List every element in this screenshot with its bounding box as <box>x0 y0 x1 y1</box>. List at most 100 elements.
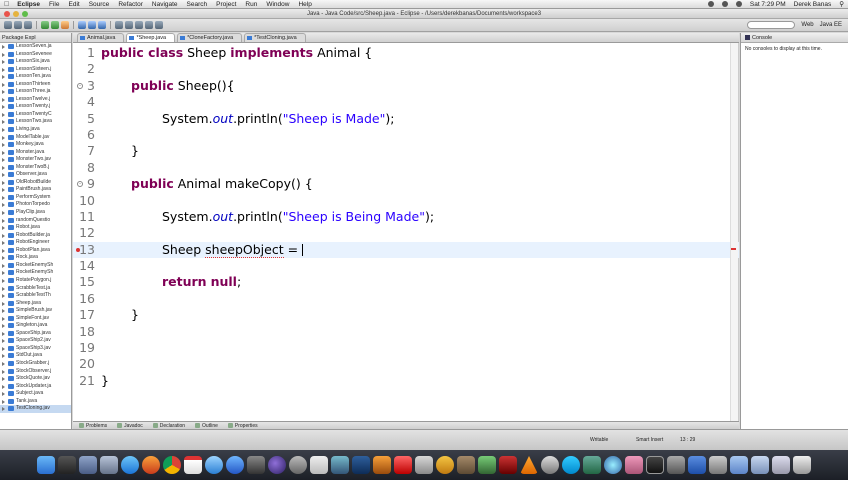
expand-arrow-icon[interactable] <box>2 60 5 65</box>
package-file-item[interactable]: Tank.java <box>0 398 71 406</box>
photoshop-icon[interactable] <box>352 456 370 474</box>
preview-icon[interactable] <box>436 456 454 474</box>
package-file-item[interactable]: SpaceShip2.jav <box>0 337 71 345</box>
expand-arrow-icon[interactable] <box>2 256 5 261</box>
package-file-item[interactable]: PaintBrush.java <box>0 186 71 194</box>
eclipse-icon[interactable] <box>268 456 286 474</box>
package-file-item[interactable]: SimpleBrush.jav <box>0 307 71 315</box>
package-file-item[interactable]: LessonTwentyC <box>0 111 71 119</box>
photo-booth-icon[interactable] <box>499 456 517 474</box>
expand-arrow-icon[interactable] <box>2 173 5 178</box>
menu-navigate[interactable]: Navigate <box>152 1 178 8</box>
save-icon[interactable] <box>14 21 22 29</box>
gear-icon[interactable] <box>289 456 307 474</box>
chrome-icon[interactable] <box>163 456 181 474</box>
package-file-item[interactable]: RotatePolygon.j <box>0 277 71 285</box>
dashboard-icon[interactable] <box>58 456 76 474</box>
package-file-item[interactable]: randomQuestio <box>0 217 71 225</box>
package-file-item[interactable]: Rock.java <box>0 254 71 262</box>
expand-arrow-icon[interactable] <box>2 180 5 185</box>
expand-arrow-icon[interactable] <box>2 105 5 110</box>
network-icon[interactable] <box>331 456 349 474</box>
code-line-13-current[interactable]: 13 Sheep sheepObject = <box>73 241 739 259</box>
screen-share-icon[interactable] <box>667 456 685 474</box>
menu-run[interactable]: Run <box>245 1 257 8</box>
editor-vertical-scrollbar[interactable] <box>730 43 738 421</box>
package-file-item[interactable]: TestCloning.jav <box>0 405 71 413</box>
package-explorer-title[interactable]: Package Expl <box>2 35 36 41</box>
print-icon[interactable] <box>24 21 32 29</box>
package-file-item[interactable]: RobotPlan.java <box>0 247 71 255</box>
expand-arrow-icon[interactable] <box>2 271 5 276</box>
package-file-item[interactable]: StockQuote.jav <box>0 375 71 383</box>
package-file-item[interactable]: Singleton.java <box>0 322 71 330</box>
user-icon[interactable] <box>625 456 643 474</box>
gimp-icon[interactable] <box>457 456 475 474</box>
code-line-21[interactable]: 21} <box>73 373 739 389</box>
package-file-item[interactable]: LessonThree.ja <box>0 88 71 96</box>
expand-arrow-icon[interactable] <box>2 324 5 329</box>
new-java-project-icon[interactable] <box>78 21 86 29</box>
code-line-6[interactable]: 6 <box>73 127 739 143</box>
expand-arrow-icon[interactable] <box>2 150 5 155</box>
expand-arrow-icon[interactable] <box>2 226 5 231</box>
quick-access-input[interactable] <box>747 21 796 29</box>
code-line-7[interactable]: 7} <box>73 143 739 159</box>
debug-icon[interactable] <box>41 21 49 29</box>
menu-file[interactable]: File <box>49 1 59 8</box>
skype-icon[interactable] <box>562 456 580 474</box>
code-editor[interactable]: 1 public class Sheep implements Animal { … <box>73 43 739 421</box>
expand-arrow-icon[interactable] <box>2 301 5 306</box>
package-file-item[interactable]: RobotBuilder.ja <box>0 232 71 240</box>
expand-arrow-icon[interactable] <box>2 97 5 102</box>
tab-javadoc[interactable]: Javadoc <box>117 423 143 429</box>
package-file-item[interactable]: LessonSix.java <box>0 58 71 66</box>
expand-arrow-icon[interactable] <box>2 263 5 268</box>
tab-testcloning-java[interactable]: *TestCloning.java <box>244 33 306 42</box>
package-file-item[interactable]: SpaceShip.java <box>0 330 71 338</box>
package-file-item[interactable]: StockObserver.j <box>0 368 71 376</box>
code-line-14[interactable]: 14 <box>73 258 739 274</box>
spotlight-icon[interactable]: ⚲ <box>839 0 844 8</box>
package-file-item[interactable]: LessonSeven.ja <box>0 43 71 51</box>
textedit-icon[interactable] <box>310 456 328 474</box>
package-file-item[interactable]: PhotonTorpedo <box>0 201 71 209</box>
photos-icon[interactable] <box>247 456 265 474</box>
code-line-16[interactable]: 16 <box>73 291 739 307</box>
next-annotation-icon[interactable] <box>135 21 143 29</box>
apple-icon[interactable]:  <box>4 1 9 8</box>
expand-arrow-icon[interactable] <box>2 339 5 344</box>
package-file-item[interactable]: MonsterTwo.jav <box>0 156 71 164</box>
expand-arrow-icon[interactable] <box>2 361 5 366</box>
package-explorer-header[interactable]: Package Expl <box>0 33 71 43</box>
code-line-15[interactable]: 15 return null; <box>73 274 739 290</box>
expand-arrow-icon[interactable] <box>2 143 5 148</box>
package-file-item[interactable]: Observer.java <box>0 171 71 179</box>
vlc-icon[interactable] <box>520 456 538 474</box>
menu-edit[interactable]: Edit <box>69 1 80 8</box>
mission-control-icon[interactable] <box>79 456 97 474</box>
firefox-icon[interactable] <box>142 456 160 474</box>
package-file-item[interactable]: StockUpdater.ja <box>0 383 71 391</box>
expand-arrow-icon[interactable] <box>2 233 5 238</box>
expand-arrow-icon[interactable] <box>2 112 5 117</box>
code-line-18[interactable]: 18 <box>73 324 739 340</box>
package-file-item[interactable]: ScrabbleTestTh <box>0 292 71 300</box>
expand-arrow-icon[interactable] <box>2 346 5 351</box>
code-line-19[interactable]: 19 <box>73 340 739 356</box>
overview-error-marker[interactable] <box>731 248 736 250</box>
code-line-9[interactable]: -9 public Animal makeCopy() { <box>73 176 739 192</box>
documents-icon[interactable] <box>772 456 790 474</box>
expand-arrow-icon[interactable] <box>2 377 5 382</box>
tab-outline[interactable]: Outline <box>195 423 218 429</box>
package-file-item[interactable]: MonsterTwoB.j <box>0 164 71 172</box>
expand-arrow-icon[interactable] <box>2 309 5 314</box>
perspective-web[interactable]: Web <box>801 22 813 28</box>
tab-declaration[interactable]: Declaration <box>152 423 185 429</box>
tab-animal-java[interactable]: Animal.java <box>77 33 125 42</box>
expand-arrow-icon[interactable] <box>2 211 5 216</box>
safari-icon[interactable] <box>205 456 223 474</box>
external-tools-icon[interactable] <box>61 21 69 29</box>
menubar-user[interactable]: Derek Banas <box>794 1 832 8</box>
expand-arrow-icon[interactable] <box>2 120 5 125</box>
